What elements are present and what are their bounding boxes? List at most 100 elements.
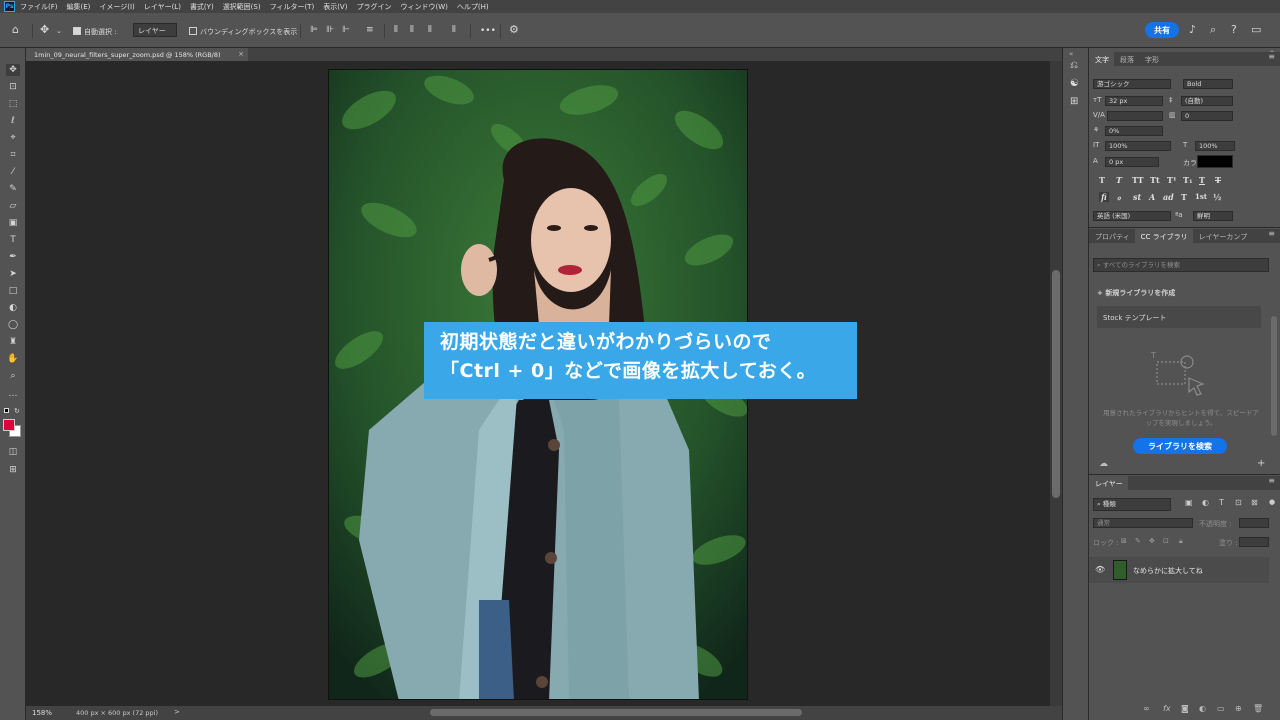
- library-search-input[interactable]: ⌕ すべてのライブラリを検索: [1093, 258, 1269, 272]
- history-icon[interactable]: ⎌: [1070, 60, 1078, 71]
- search-icon[interactable]: ⌕: [1210, 24, 1216, 36]
- tab-character[interactable]: 文字: [1089, 52, 1114, 66]
- path-select-tool-icon[interactable]: ➤: [6, 268, 20, 280]
- layer-name[interactable]: なめらかに拡大してね: [1133, 566, 1203, 576]
- adjustments-icon[interactable]: ☯: [1070, 78, 1079, 89]
- eye-icon[interactable]: 👁︎: [1095, 565, 1105, 574]
- strikethrough-icon[interactable]: T: [1215, 175, 1221, 185]
- vertical-scale-field[interactable]: 100%: [1105, 141, 1171, 151]
- more-tools-icon[interactable]: …: [6, 388, 20, 400]
- screen-mode-icon[interactable]: ⊞: [6, 464, 20, 476]
- tsume-field[interactable]: 0%: [1105, 126, 1163, 136]
- swap-colors-icon[interactable]: ↻: [14, 407, 20, 415]
- superscript-icon[interactable]: T¹: [1167, 175, 1176, 185]
- dodge-tool-icon[interactable]: ◐: [6, 302, 20, 314]
- layer-style-icon[interactable]: fx: [1163, 704, 1171, 713]
- zoom-tool-icon[interactable]: ⌕: [6, 370, 20, 382]
- ordinals-icon[interactable]: 1st: [1195, 192, 1207, 201]
- font-style-select[interactable]: Bold: [1183, 79, 1233, 89]
- menu-file[interactable]: ファイル(F): [20, 2, 58, 12]
- chevron-down-icon[interactable]: ⌄: [56, 25, 62, 37]
- lock-artboard-icon[interactable]: ⊡: [1163, 537, 1169, 545]
- auto-select-checkbox[interactable]: [73, 27, 81, 35]
- align-right-icon[interactable]: ⊩: [342, 24, 350, 36]
- layer-filter-select[interactable]: ⌕ 種類: [1093, 498, 1171, 511]
- lock-position-icon[interactable]: ✥: [1149, 537, 1155, 545]
- layer-row[interactable]: 👁︎ なめらかに拡大してね: [1089, 557, 1269, 583]
- tab-cc-libraries[interactable]: CC ライブラリ: [1134, 229, 1193, 243]
- align-left-icon[interactable]: ⊫: [310, 24, 318, 36]
- tab-glyphs[interactable]: 字形: [1139, 52, 1164, 66]
- lock-all-icon[interactable]: 🔒︎: [1179, 537, 1183, 546]
- hand-tool-icon[interactable]: ✋: [6, 353, 20, 365]
- bell-icon[interactable]: ♪: [1189, 24, 1196, 36]
- menu-select[interactable]: 選択範囲(S): [223, 2, 261, 12]
- fill-field[interactable]: [1239, 537, 1269, 547]
- faux-bold-icon[interactable]: T: [1099, 175, 1105, 185]
- marquee-tool-icon[interactable]: ⬚: [6, 98, 20, 110]
- gradient-tool-icon[interactable]: ▣: [6, 217, 20, 229]
- menu-filter[interactable]: フィルター(T): [270, 2, 315, 12]
- trash-icon[interactable]: 🗑︎: [1253, 704, 1263, 713]
- rectangle-tool-icon[interactable]: □: [6, 285, 20, 297]
- all-caps-icon[interactable]: TT: [1132, 175, 1144, 185]
- distribute-top-icon[interactable]: ⫴: [394, 24, 398, 36]
- home-icon[interactable]: ⌂: [12, 24, 19, 36]
- language-select[interactable]: 英語 (米国): [1093, 211, 1171, 221]
- vertical-scroll-thumb[interactable]: [1052, 270, 1060, 498]
- tab-paragraph[interactable]: 段落: [1114, 52, 1139, 66]
- close-icon[interactable]: ×: [238, 50, 244, 58]
- foreground-color-swatch[interactable]: [3, 419, 15, 431]
- tab-layers[interactable]: レイヤー: [1089, 476, 1128, 490]
- add-icon[interactable]: +: [1257, 458, 1265, 469]
- more-options-icon[interactable]: •••: [480, 26, 496, 36]
- default-colors-icon[interactable]: [4, 408, 9, 413]
- new-library-button[interactable]: + 新規ライブラリを作成: [1097, 288, 1175, 298]
- lock-image-icon[interactable]: ✎: [1135, 537, 1141, 545]
- distribute-horizontal-icon[interactable]: ⫴: [452, 24, 456, 36]
- horizontal-scale-field[interactable]: 100%: [1195, 141, 1235, 151]
- old-style-icon[interactable]: ℴ: [1117, 192, 1121, 202]
- distribute-middle-icon[interactable]: ⫴: [410, 24, 414, 36]
- font-size-field[interactable]: 32 px: [1105, 96, 1163, 106]
- tab-layer-comps[interactable]: レイヤーカンプ: [1193, 229, 1253, 243]
- text-color-swatch[interactable]: [1197, 155, 1233, 168]
- menu-image[interactable]: イメージ(I): [99, 2, 134, 12]
- underline-icon[interactable]: T: [1199, 175, 1205, 185]
- bbox-checkbox[interactable]: [189, 27, 197, 35]
- move-tool-icon[interactable]: ✥: [40, 24, 49, 36]
- align-center-icon[interactable]: ⊪: [326, 24, 334, 36]
- crop-tool-icon[interactable]: ⌗: [6, 149, 20, 161]
- menu-help[interactable]: ヘルプ(H): [457, 2, 489, 12]
- anti-alias-select[interactable]: 鮮明: [1193, 211, 1233, 221]
- panel-menu-icon[interactable]: ≡: [1268, 52, 1275, 61]
- add-mask-icon[interactable]: ◙: [1181, 704, 1189, 713]
- workspace-icon[interactable]: ▭: [1251, 24, 1261, 36]
- fractions-icon[interactable]: ½: [1213, 192, 1221, 202]
- small-caps-icon[interactable]: Tt: [1150, 175, 1160, 185]
- subscript-icon[interactable]: T₁: [1183, 175, 1192, 185]
- menu-layer[interactable]: レイヤー(L): [144, 2, 181, 12]
- move-tool-icon[interactable]: ✥: [6, 64, 20, 76]
- titling-alternates-icon[interactable]: T: [1181, 192, 1187, 202]
- new-group-icon[interactable]: ▭: [1217, 704, 1225, 713]
- ligature-icon[interactable]: fi: [1099, 192, 1109, 202]
- pen-tool-icon[interactable]: ✒: [6, 251, 20, 263]
- auto-select-target-select[interactable]: レイヤー: [133, 23, 177, 37]
- artboard-tool-icon[interactable]: ⊡: [6, 81, 20, 93]
- search-library-button[interactable]: ライブラリを検索: [1133, 438, 1227, 454]
- faux-italic-icon[interactable]: T: [1116, 175, 1122, 185]
- chevron-right-icon[interactable]: >: [174, 708, 180, 716]
- eyedropper-tool-icon[interactable]: ⁄: [6, 166, 20, 178]
- filter-smart-icon[interactable]: ⊠: [1251, 498, 1258, 507]
- eraser-tool-icon[interactable]: ▱: [6, 200, 20, 212]
- filter-shape-icon[interactable]: ⊡: [1235, 498, 1242, 507]
- blend-mode-select[interactable]: 通常: [1093, 518, 1193, 528]
- distribute-bottom-icon[interactable]: ⫴: [428, 24, 432, 36]
- help-icon[interactable]: ?: [1231, 24, 1237, 36]
- tab-properties[interactable]: プロパティ: [1089, 229, 1135, 243]
- collapse-icon[interactable]: «: [1069, 50, 1073, 58]
- photoshop-logo-icon[interactable]: Ps: [4, 1, 15, 12]
- menu-edit[interactable]: 編集(E): [67, 2, 91, 12]
- library-scroll-thumb[interactable]: [1271, 316, 1277, 436]
